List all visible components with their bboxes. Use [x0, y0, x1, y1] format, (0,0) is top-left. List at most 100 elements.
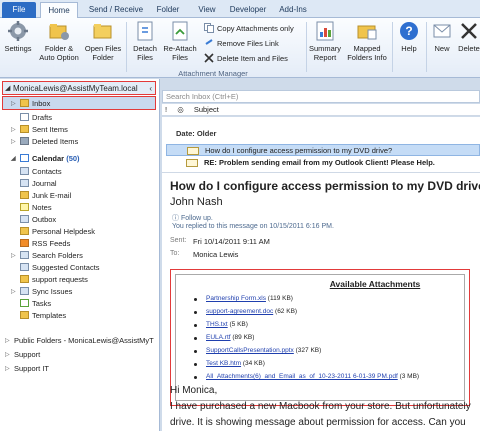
sidebar-item-journal[interactable]: Journal	[20, 178, 57, 190]
sidebar-item-rss-feeds[interactable]: RSS Feeds	[20, 238, 70, 250]
sidebar-item-junk-email[interactable]: Junk E-mail	[20, 190, 71, 202]
attachment-item: Partnership Form.xls (119 KB)	[194, 295, 293, 302]
copy-icon	[204, 23, 214, 34]
tab-file[interactable]: File	[2, 2, 36, 18]
reattach-files-button[interactable]: Re-Attach Files	[162, 20, 198, 62]
to-value[interactable]: Monica Lewis	[193, 250, 238, 259]
expand-arrow-icon: ▷	[11, 289, 16, 295]
sync-icon	[20, 287, 29, 296]
sidebar-item-support-it[interactable]: ▷ Support IT	[5, 363, 49, 375]
search-folder-icon	[20, 251, 29, 260]
sidebar-item-deleted-items[interactable]: ▷ Deleted Items	[11, 136, 78, 148]
expand-arrow-icon: ▷	[11, 127, 16, 133]
expand-triangle-icon: ◢	[5, 85, 11, 92]
sidebar-item-contacts[interactable]: Contacts	[20, 166, 62, 178]
sidebar-item-support[interactable]: ▷ Support	[5, 349, 40, 361]
attachment-item: support-agreement.doc (62 KB)	[193, 308, 298, 315]
outbox-icon	[20, 215, 29, 224]
expand-arrow-icon: ▷	[11, 139, 16, 145]
follow-up-info: ⓘ Follow up.	[172, 215, 213, 222]
mapped-folders-info-button[interactable]: Mapped Folders Info	[344, 20, 390, 62]
copy-attachments-only-button[interactable]: Copy Attachments only	[204, 23, 294, 35]
help-button[interactable]: ? Help	[396, 20, 422, 53]
new-button[interactable]: New	[430, 20, 454, 53]
settings-button[interactable]: Settings	[2, 20, 34, 53]
rss-icon	[20, 239, 29, 248]
ribbon-tabs: File Home Send / Receive Folder View Dev…	[0, 0, 480, 19]
tab-home[interactable]: Home	[40, 2, 78, 19]
svg-text:?: ?	[405, 24, 412, 38]
envelope-icon	[187, 147, 199, 155]
message-sender[interactable]: John Nash	[170, 196, 223, 208]
attachments-table: Available Attachments Partnership Form.x…	[175, 274, 465, 401]
navigation-pane: ◢ MonicaLewis@AssistMyTeam.local ‹ ▷ Inbo…	[0, 79, 160, 431]
delete-item-and-files-button[interactable]: Delete Item and Files	[204, 53, 288, 65]
subject-column-header[interactable]: Subject	[194, 105, 219, 114]
detach-files-button[interactable]: Detach Files	[130, 20, 160, 62]
sidebar-item-support-requests[interactable]: support requests	[20, 274, 88, 286]
expand-arrow-icon: ▷	[5, 338, 10, 344]
flag-column-icon[interactable]: !	[165, 105, 167, 114]
tab-developer[interactable]: Developer	[226, 2, 270, 18]
tasks-icon	[20, 299, 29, 308]
link-icon	[204, 38, 214, 48]
ribbon-separator	[126, 22, 127, 72]
ribbon: Settings Folder & Auto Option Open Files F…	[0, 18, 480, 78]
date-group-header[interactable]: Date: Older	[176, 129, 216, 138]
reattach-icon	[169, 20, 191, 42]
delete-button[interactable]: Delete	[456, 20, 480, 53]
body-greeting: Hi Monica,	[170, 385, 218, 396]
summary-report-button[interactable]: Summary Report	[308, 20, 342, 62]
sidebar-item-sync-issues[interactable]: ▷ Sync Issues	[11, 286, 72, 298]
junk-icon	[20, 191, 29, 200]
unread-count: (50)	[66, 154, 80, 163]
body-line: I have purchased a new Macbook from your…	[170, 401, 471, 412]
folder-icon	[20, 227, 29, 236]
to-label: To:	[170, 250, 180, 257]
attachment-item: THS.txt (5 KB)	[194, 321, 248, 328]
expand-arrow-icon: ▷	[11, 101, 16, 107]
sidebar-item-inbox[interactable]: ▷ Inbox	[11, 98, 50, 110]
collapse-pane-icon[interactable]: ‹	[149, 82, 152, 96]
attachment-item: EULA.rtf (89 KB)	[193, 334, 255, 341]
sidebar-item-outbox[interactable]: Outbox	[20, 214, 56, 226]
attachment-item: Test KB.htm (34 KB)	[194, 360, 265, 367]
reading-pane: How do I configure access permission to …	[162, 172, 480, 431]
sidebar-item-tasks[interactable]: Tasks	[20, 298, 51, 310]
expand-arrow-icon: ▷	[5, 352, 10, 358]
sidebar-item-sent-items[interactable]: ▷ Sent Items	[11, 124, 68, 136]
message-row-selected[interactable]: How do I configure access permission to …	[166, 144, 480, 156]
message-row[interactable]: RE: Problem sending email from my Outloo…	[166, 157, 480, 169]
attachment-link[interactable]: THS.txt	[206, 321, 228, 328]
attachment-link[interactable]: support-agreement.doc	[206, 308, 273, 315]
sidebar-item-search-folders[interactable]: ▷ Search Folders	[11, 250, 83, 262]
open-files-folder-button[interactable]: Open Files Folder	[84, 20, 122, 62]
notes-icon	[20, 203, 29, 212]
tab-send-receive[interactable]: Send / Receive	[86, 2, 146, 18]
folder-icon	[20, 311, 29, 320]
account-header[interactable]: ◢ MonicaLewis@AssistMyTeam.local ‹	[2, 81, 156, 95]
attachment-link[interactable]: Test KB.htm	[206, 360, 241, 367]
attachment-link[interactable]: EULA.rtf	[206, 334, 231, 341]
sidebar-item-suggested-contacts[interactable]: Suggested Contacts	[20, 262, 100, 274]
attachment-column-icon[interactable]: ◎	[177, 105, 184, 114]
journal-icon	[20, 179, 29, 188]
sidebar-item-notes[interactable]: Notes	[20, 202, 52, 214]
sidebar-item-drafts[interactable]: Drafts	[20, 112, 52, 124]
expand-arrow-icon: ◢	[11, 156, 16, 162]
search-input[interactable]: Search Inbox (Ctrl+E)	[162, 90, 480, 103]
folder-auto-option-button[interactable]: Folder & Auto Option	[38, 20, 80, 62]
sidebar-item-templates[interactable]: Templates	[20, 310, 66, 322]
tab-view[interactable]: View	[194, 2, 220, 18]
sidebar-item-calendar[interactable]: ◢ Calendar (50)	[11, 153, 80, 165]
remove-files-link-button[interactable]: Remove Files Link	[204, 38, 279, 50]
sidebar-item-personal-helpdesk[interactable]: Personal Helpdesk	[20, 226, 95, 238]
attachment-item: SupportCallsPresentation.pptx (327 KB)	[193, 347, 322, 354]
calendar-icon	[20, 154, 29, 163]
attachment-link[interactable]: Partnership Form.xls	[206, 295, 266, 302]
sidebar-item-public-folders[interactable]: ▷ Public Folders - MonicaLewis@AssistMyT	[5, 335, 154, 347]
attachment-link[interactable]: All_Attachments(6)_and_Email_as_of_10-23…	[206, 373, 398, 380]
tab-add-ins[interactable]: Add-Ins	[276, 2, 310, 18]
tab-folder[interactable]: Folder	[152, 2, 184, 18]
attachment-link[interactable]: SupportCallsPresentation.pptx	[206, 347, 294, 354]
